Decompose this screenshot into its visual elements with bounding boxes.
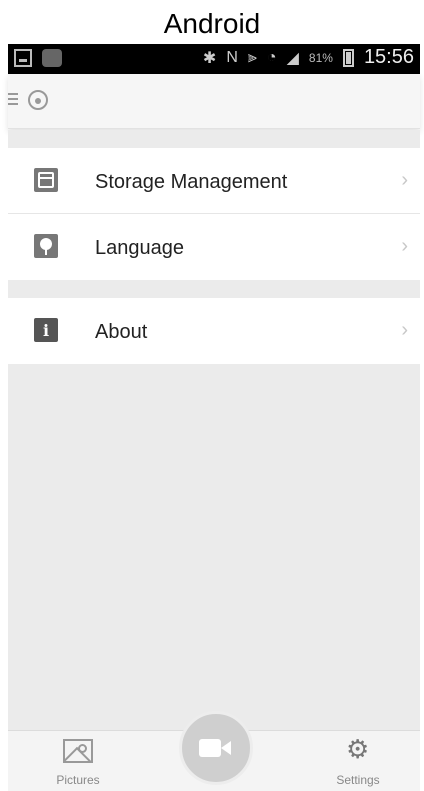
camera-icon	[199, 737, 233, 759]
storage-icon	[34, 168, 58, 192]
settings-item-language[interactable]: Language ›	[8, 214, 420, 280]
app-toolbar	[8, 74, 420, 129]
settings-item-storage-management[interactable]: Storage Management ›	[8, 148, 420, 214]
settings-group-info: i About ›	[8, 298, 420, 364]
settings-item-label: About	[95, 321, 148, 343]
signal-icon: ◢	[286, 49, 299, 67]
battery-percent: 81%	[308, 50, 333, 65]
tab-pictures[interactable]: Pictures	[33, 731, 123, 791]
clock: 15:56	[363, 46, 414, 68]
status-bar: ✱ N ⫸ ◔ ◢ 81% 15:56	[8, 44, 420, 74]
settings-item-label: Language	[95, 237, 184, 259]
settings-item-about[interactable]: i About ›	[8, 298, 420, 364]
bottom-tab-bar: Pictures ⚙ Settings	[8, 711, 420, 791]
chevron-right-icon: ›	[401, 169, 408, 191]
settings-group-general: Storage Management › Language ›	[8, 148, 420, 280]
settings-content: Storage Management › Language › i About …	[8, 130, 420, 730]
status-bar-system: ✱ N ⫸ ◔ ◢ 81% 15:56	[203, 46, 414, 69]
app-notification-icon	[42, 49, 62, 67]
tab-settings[interactable]: ⚙ Settings	[313, 731, 403, 791]
status-bar-notifications	[14, 49, 62, 67]
battery-icon	[342, 48, 354, 67]
nfc-icon: N	[226, 48, 238, 66]
info-icon: i	[34, 318, 58, 342]
wifi-icon: ◔	[266, 48, 277, 66]
tab-settings-label: Settings	[336, 773, 380, 787]
bluetooth-icon: ✱	[202, 49, 217, 67]
chevron-right-icon: ›	[401, 235, 408, 257]
platform-caption: Android	[163, 8, 261, 39]
vibrate-icon: ⫸	[247, 48, 257, 66]
gear-icon: ⚙	[346, 734, 370, 764]
menu-icon[interactable]	[8, 93, 20, 105]
settings-item-label: Storage Management	[95, 171, 288, 193]
chevron-right-icon: ›	[401, 319, 408, 341]
pictures-icon	[63, 739, 93, 763]
screenshot-icon	[14, 49, 32, 67]
camera-button[interactable]	[179, 711, 253, 785]
app-logo-icon	[28, 90, 48, 110]
language-icon	[34, 234, 58, 258]
tab-pictures-label: Pictures	[56, 773, 100, 787]
